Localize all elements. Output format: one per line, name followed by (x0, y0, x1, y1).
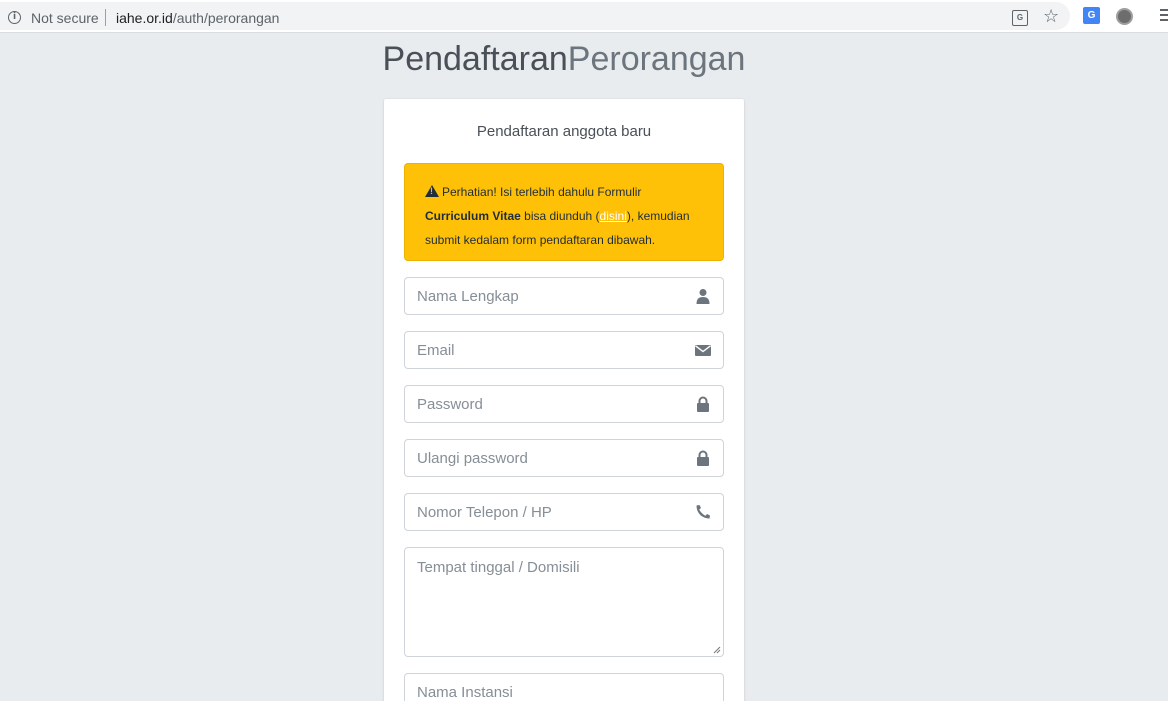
download-cv-link[interactable]: disini (600, 209, 627, 223)
email-placeholder: Email (417, 342, 455, 359)
url-text[interactable]: iahe.or.id/auth/perorangan (116, 10, 279, 26)
address-separator (105, 9, 106, 26)
security-label[interactable]: Not secure (31, 10, 99, 26)
warning-alert: Perhatian! Isi terlebih dahulu Formulir … (404, 163, 724, 261)
page-title-light: Perorangan (567, 40, 746, 78)
full-name-input[interactable]: Nama Lengkap (404, 277, 724, 315)
browser-menu-icon[interactable] (1160, 9, 1168, 23)
browser-address-bar: i Not secure iahe.or.id/auth/perorangan … (0, 0, 1168, 33)
page-title: PendaftaranPerorangan (0, 40, 1128, 79)
url-path: /auth/perorangan (172, 10, 280, 26)
lock-icon (695, 396, 711, 412)
phone-icon (695, 504, 711, 520)
address-placeholder: Tempat tinggal / Domisili (417, 559, 580, 576)
password-input[interactable]: Password (404, 385, 724, 423)
register-card: Pendaftaran anggota baru Perhatian! Isi … (384, 99, 744, 701)
lock-icon (695, 450, 711, 466)
resize-handle-icon[interactable] (713, 646, 721, 654)
alert-line-1: Perhatian! Isi terlebih dahulu Formulir (442, 185, 642, 199)
email-input[interactable]: Email (404, 331, 724, 369)
alert-after-link: ), kemudian (626, 209, 690, 223)
omnibox[interactable]: i Not secure iahe.or.id/auth/perorangan … (0, 2, 1070, 30)
google-translate-extension-icon[interactable]: G (1083, 7, 1100, 24)
user-icon (695, 288, 711, 304)
address-textarea[interactable]: Tempat tinggal / Domisili (404, 547, 724, 657)
bookmark-star-icon[interactable]: ☆ (1043, 6, 1059, 27)
info-icon[interactable]: i (8, 11, 21, 24)
warning-icon (425, 185, 439, 197)
translate-page-icon[interactable]: G (1012, 10, 1028, 26)
register-box-message: Pendaftaran anggota baru (476, 123, 652, 140)
alert-middle-text: bisa diunduh ( (520, 209, 600, 223)
url-host: iahe.or.id (116, 10, 173, 26)
institution-input[interactable]: Nama Instansi (404, 673, 724, 701)
password-repeat-placeholder: Ulangi password (417, 450, 528, 467)
alert-bold-text: Curriculum Vitae (425, 209, 521, 223)
envelope-icon (695, 342, 711, 358)
page-title-strong: Pendaftaran (382, 40, 568, 78)
alert-line-3: submit kedalam form pendaftaran dibawah. (425, 233, 656, 247)
phone-input[interactable]: Nomor Telepon / HP (404, 493, 724, 531)
password-placeholder: Password (417, 396, 483, 413)
phone-placeholder: Nomor Telepon / HP (417, 504, 552, 521)
full-name-placeholder: Nama Lengkap (417, 288, 519, 305)
extension-icon[interactable] (1116, 8, 1133, 25)
institution-placeholder: Nama Instansi (417, 684, 513, 701)
password-repeat-input[interactable]: Ulangi password (404, 439, 724, 477)
